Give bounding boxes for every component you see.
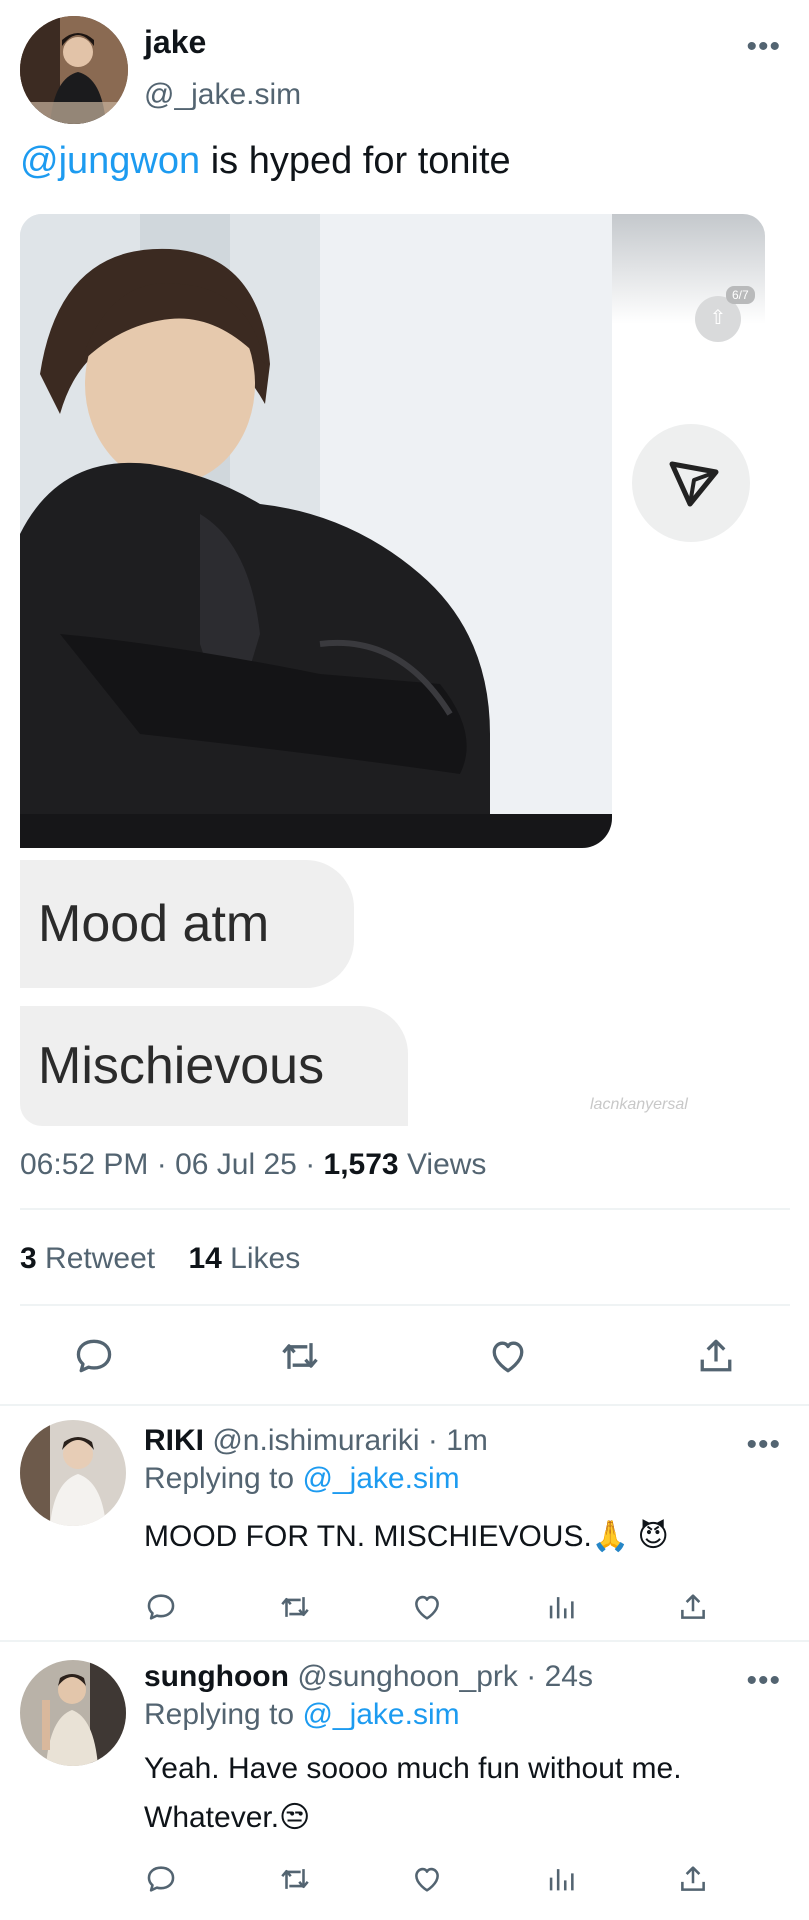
reply-item[interactable]: sunghoon @sunghoon_prk · 24s ••• Replyin… [0, 1640, 809, 1920]
author-name[interactable]: jake [144, 24, 206, 61]
more-options-icon[interactable]: ••• [746, 32, 781, 62]
more-options-icon[interactable]: ••• [746, 1430, 781, 1460]
divider [20, 1208, 790, 1210]
replying-label: Replying to [144, 1698, 295, 1731]
reply-text: MOOD FOR TN. MISCHIEVOUS.🙏 😈 [144, 1520, 669, 1553]
reply-avatar[interactable] [20, 1660, 126, 1766]
replying-to: Replying to @_jake.sim [144, 1462, 460, 1496]
reply-text-line-2: Whatever.😒 [144, 1801, 311, 1834]
main-tweet: jake @_jake.sim ••• @jungwon is hyped fo… [0, 0, 809, 1405]
tweet-text: @jungwon is hyped for tonite [20, 140, 511, 183]
share-icon[interactable] [676, 1590, 710, 1624]
media-watermark: lacnkanyersal [590, 1096, 688, 1113]
reply-author-handle[interactable]: @sunghoon_prk [297, 1660, 518, 1693]
reply-header: sunghoon @sunghoon_prk · 24s [144, 1660, 593, 1693]
mention-link[interactable]: @jungwon [20, 140, 200, 182]
message-bubble-2: Mischievous [20, 1006, 408, 1126]
reply-text-line-1: Yeah. Have soooo much fun without me. [144, 1752, 682, 1785]
views-label: Views [406, 1148, 487, 1181]
tweet-date: 06 Jul 25 [175, 1148, 297, 1181]
more-options-icon[interactable]: ••• [746, 1666, 781, 1696]
tweet-stats: 3 Retweet 14 Likes [20, 1242, 300, 1276]
reply-icon[interactable] [72, 1334, 116, 1378]
reply-avatar[interactable] [20, 1420, 126, 1526]
reply-author-name[interactable]: sunghoon [144, 1660, 289, 1693]
replying-to: Replying to @_jake.sim [144, 1698, 460, 1732]
share-icon[interactable] [694, 1334, 738, 1378]
reply-author-handle[interactable]: @n.ishimurariki [212, 1424, 419, 1457]
reply-time: 24s [544, 1660, 593, 1693]
replying-to-link[interactable]: @_jake.sim [302, 1462, 459, 1495]
media-photo [20, 214, 612, 848]
retweet-icon[interactable] [276, 1334, 324, 1378]
media-side-blur [612, 214, 765, 324]
reply-text: Yeah. Have soooo much fun without me. Wh… [144, 1744, 784, 1842]
reply-header: RIKI @n.ishimurariki · 1m [144, 1424, 488, 1457]
retweet-icon[interactable] [276, 1590, 314, 1624]
likes-count[interactable]: 14 [188, 1242, 221, 1275]
tweet-time: 06:52 PM [20, 1148, 149, 1181]
tweet-text-body: is hyped for tonite [200, 140, 511, 182]
replying-to-link[interactable]: @_jake.sim [302, 1698, 459, 1731]
share-icon[interactable] [676, 1862, 710, 1896]
retweet-label[interactable]: Retweet [45, 1242, 155, 1275]
analytics-icon[interactable] [544, 1862, 578, 1896]
reply-item[interactable]: RIKI @n.ishimurariki · 1m ••• Replying t… [0, 1404, 809, 1640]
media-counter: 6/7 [726, 286, 755, 304]
reply-author-name[interactable]: RIKI [144, 1424, 204, 1457]
like-icon[interactable] [410, 1590, 444, 1624]
views-count: 1,573 [323, 1148, 399, 1181]
reply-icon[interactable] [144, 1862, 178, 1896]
retweet-icon[interactable] [276, 1862, 314, 1896]
reply-time: 1m [446, 1424, 488, 1457]
analytics-icon[interactable] [544, 1590, 578, 1624]
retweet-count[interactable]: 3 [20, 1242, 37, 1275]
reply-icon[interactable] [144, 1590, 178, 1624]
divider [20, 1304, 790, 1306]
send-icon [632, 424, 750, 542]
replying-label: Replying to [144, 1462, 295, 1495]
author-avatar[interactable] [20, 16, 128, 124]
message-bubble-1: Mood atm [20, 860, 354, 988]
author-handle[interactable]: @_jake.sim [144, 78, 301, 112]
tweet-media[interactable]: ⇧ 6/7 Mood atm Mischievous lacnkanyersal [20, 214, 765, 1126]
like-icon[interactable] [486, 1334, 530, 1378]
like-icon[interactable] [410, 1862, 444, 1896]
likes-label[interactable]: Likes [230, 1242, 300, 1275]
tweet-meta: 06:52 PM · 06 Jul 25 · 1,573 Views [20, 1148, 487, 1181]
